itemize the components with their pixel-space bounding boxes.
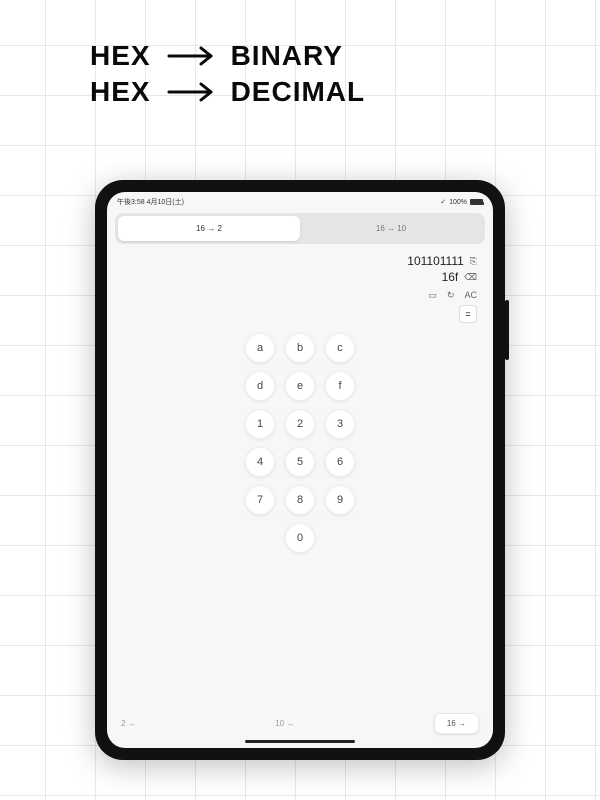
key-7[interactable]: 7 bbox=[245, 485, 275, 515]
battery-pct: 100% bbox=[449, 199, 467, 206]
key-6[interactable]: 6 bbox=[325, 447, 355, 477]
display-area: 101101111 ⎘ 16f ⌫ bbox=[107, 244, 493, 288]
result-value: 101101111 bbox=[407, 254, 464, 268]
key-f[interactable]: f bbox=[325, 371, 355, 401]
headline-to-1: BINARY bbox=[231, 40, 343, 72]
home-indicator bbox=[245, 740, 355, 743]
key-1[interactable]: 1 bbox=[245, 409, 275, 439]
keypad-row: 0 bbox=[285, 523, 315, 553]
key-b[interactable]: b bbox=[285, 333, 315, 363]
base-16-button[interactable]: 16 → bbox=[434, 713, 479, 734]
headline-from-2: HEX bbox=[90, 76, 151, 108]
key-4[interactable]: 4 bbox=[245, 447, 275, 477]
tab-hex-to-decimal[interactable]: 16 → 10 bbox=[300, 216, 482, 241]
keypad-row: 4 5 6 bbox=[245, 447, 355, 477]
mode-segmented-control: 16 → 2 16 → 10 bbox=[115, 213, 485, 244]
arrow-right-icon bbox=[167, 81, 215, 103]
key-d[interactable]: d bbox=[245, 371, 275, 401]
equals-row: = bbox=[107, 305, 493, 329]
key-5[interactable]: 5 bbox=[285, 447, 315, 477]
arrow-right-icon bbox=[167, 45, 215, 67]
statusbar-right: ✓ 100% bbox=[440, 198, 483, 206]
headline-block: HEX BINARY HEX DECIMAL bbox=[0, 0, 600, 108]
base-switcher-bar: 2 → 10 → 16 → bbox=[107, 713, 493, 734]
tablet-frame: 午後3:58 4月10日(土) ✓ 100% 16 → 2 16 → 10 10… bbox=[95, 180, 505, 760]
key-a[interactable]: a bbox=[245, 333, 275, 363]
headline-to-2: DECIMAL bbox=[231, 76, 366, 108]
headline-from-1: HEX bbox=[90, 40, 151, 72]
copy-result-icon[interactable]: ⎘ bbox=[470, 256, 477, 267]
wifi-icon: ✓ bbox=[440, 198, 446, 206]
key-3[interactable]: 3 bbox=[325, 409, 355, 439]
tab-hex-to-binary[interactable]: 16 → 2 bbox=[118, 216, 300, 241]
keypad-row: d e f bbox=[245, 371, 355, 401]
key-0[interactable]: 0 bbox=[285, 523, 315, 553]
key-9[interactable]: 9 bbox=[325, 485, 355, 515]
base-10-button[interactable]: 10 → bbox=[275, 719, 294, 728]
key-2[interactable]: 2 bbox=[285, 409, 315, 439]
keypad-row: 1 2 3 bbox=[245, 409, 355, 439]
app-screen: 午後3:58 4月10日(土) ✓ 100% 16 → 2 16 → 10 10… bbox=[107, 192, 493, 748]
status-bar: 午後3:58 4月10日(土) ✓ 100% bbox=[107, 192, 493, 210]
statusbar-time: 午後3:58 4月10日(土) bbox=[117, 197, 184, 207]
backspace-icon[interactable]: ⌫ bbox=[464, 272, 477, 283]
all-clear-button[interactable]: AC bbox=[464, 290, 477, 301]
result-line: 101101111 ⎘ bbox=[123, 254, 477, 268]
equals-button[interactable]: = bbox=[459, 305, 477, 323]
base-2-button[interactable]: 2 → bbox=[121, 719, 136, 728]
mini-toolbar: ▭ ↻ AC bbox=[107, 288, 493, 305]
battery-icon bbox=[470, 199, 483, 205]
headline-line-1: HEX BINARY bbox=[90, 40, 600, 72]
history-icon[interactable]: ↻ bbox=[447, 290, 455, 301]
key-c[interactable]: c bbox=[325, 333, 355, 363]
key-8[interactable]: 8 bbox=[285, 485, 315, 515]
headline-line-2: HEX DECIMAL bbox=[90, 76, 600, 108]
clipboard-icon[interactable]: ▭ bbox=[428, 290, 437, 301]
keypad-row: 7 8 9 bbox=[245, 485, 355, 515]
input-line: 16f ⌫ bbox=[123, 270, 477, 284]
input-value: 16f bbox=[442, 270, 459, 284]
keypad-row: a b c bbox=[245, 333, 355, 363]
key-e[interactable]: e bbox=[285, 371, 315, 401]
keypad: a b c d e f 1 2 3 4 5 6 7 8 9 bbox=[107, 329, 493, 553]
